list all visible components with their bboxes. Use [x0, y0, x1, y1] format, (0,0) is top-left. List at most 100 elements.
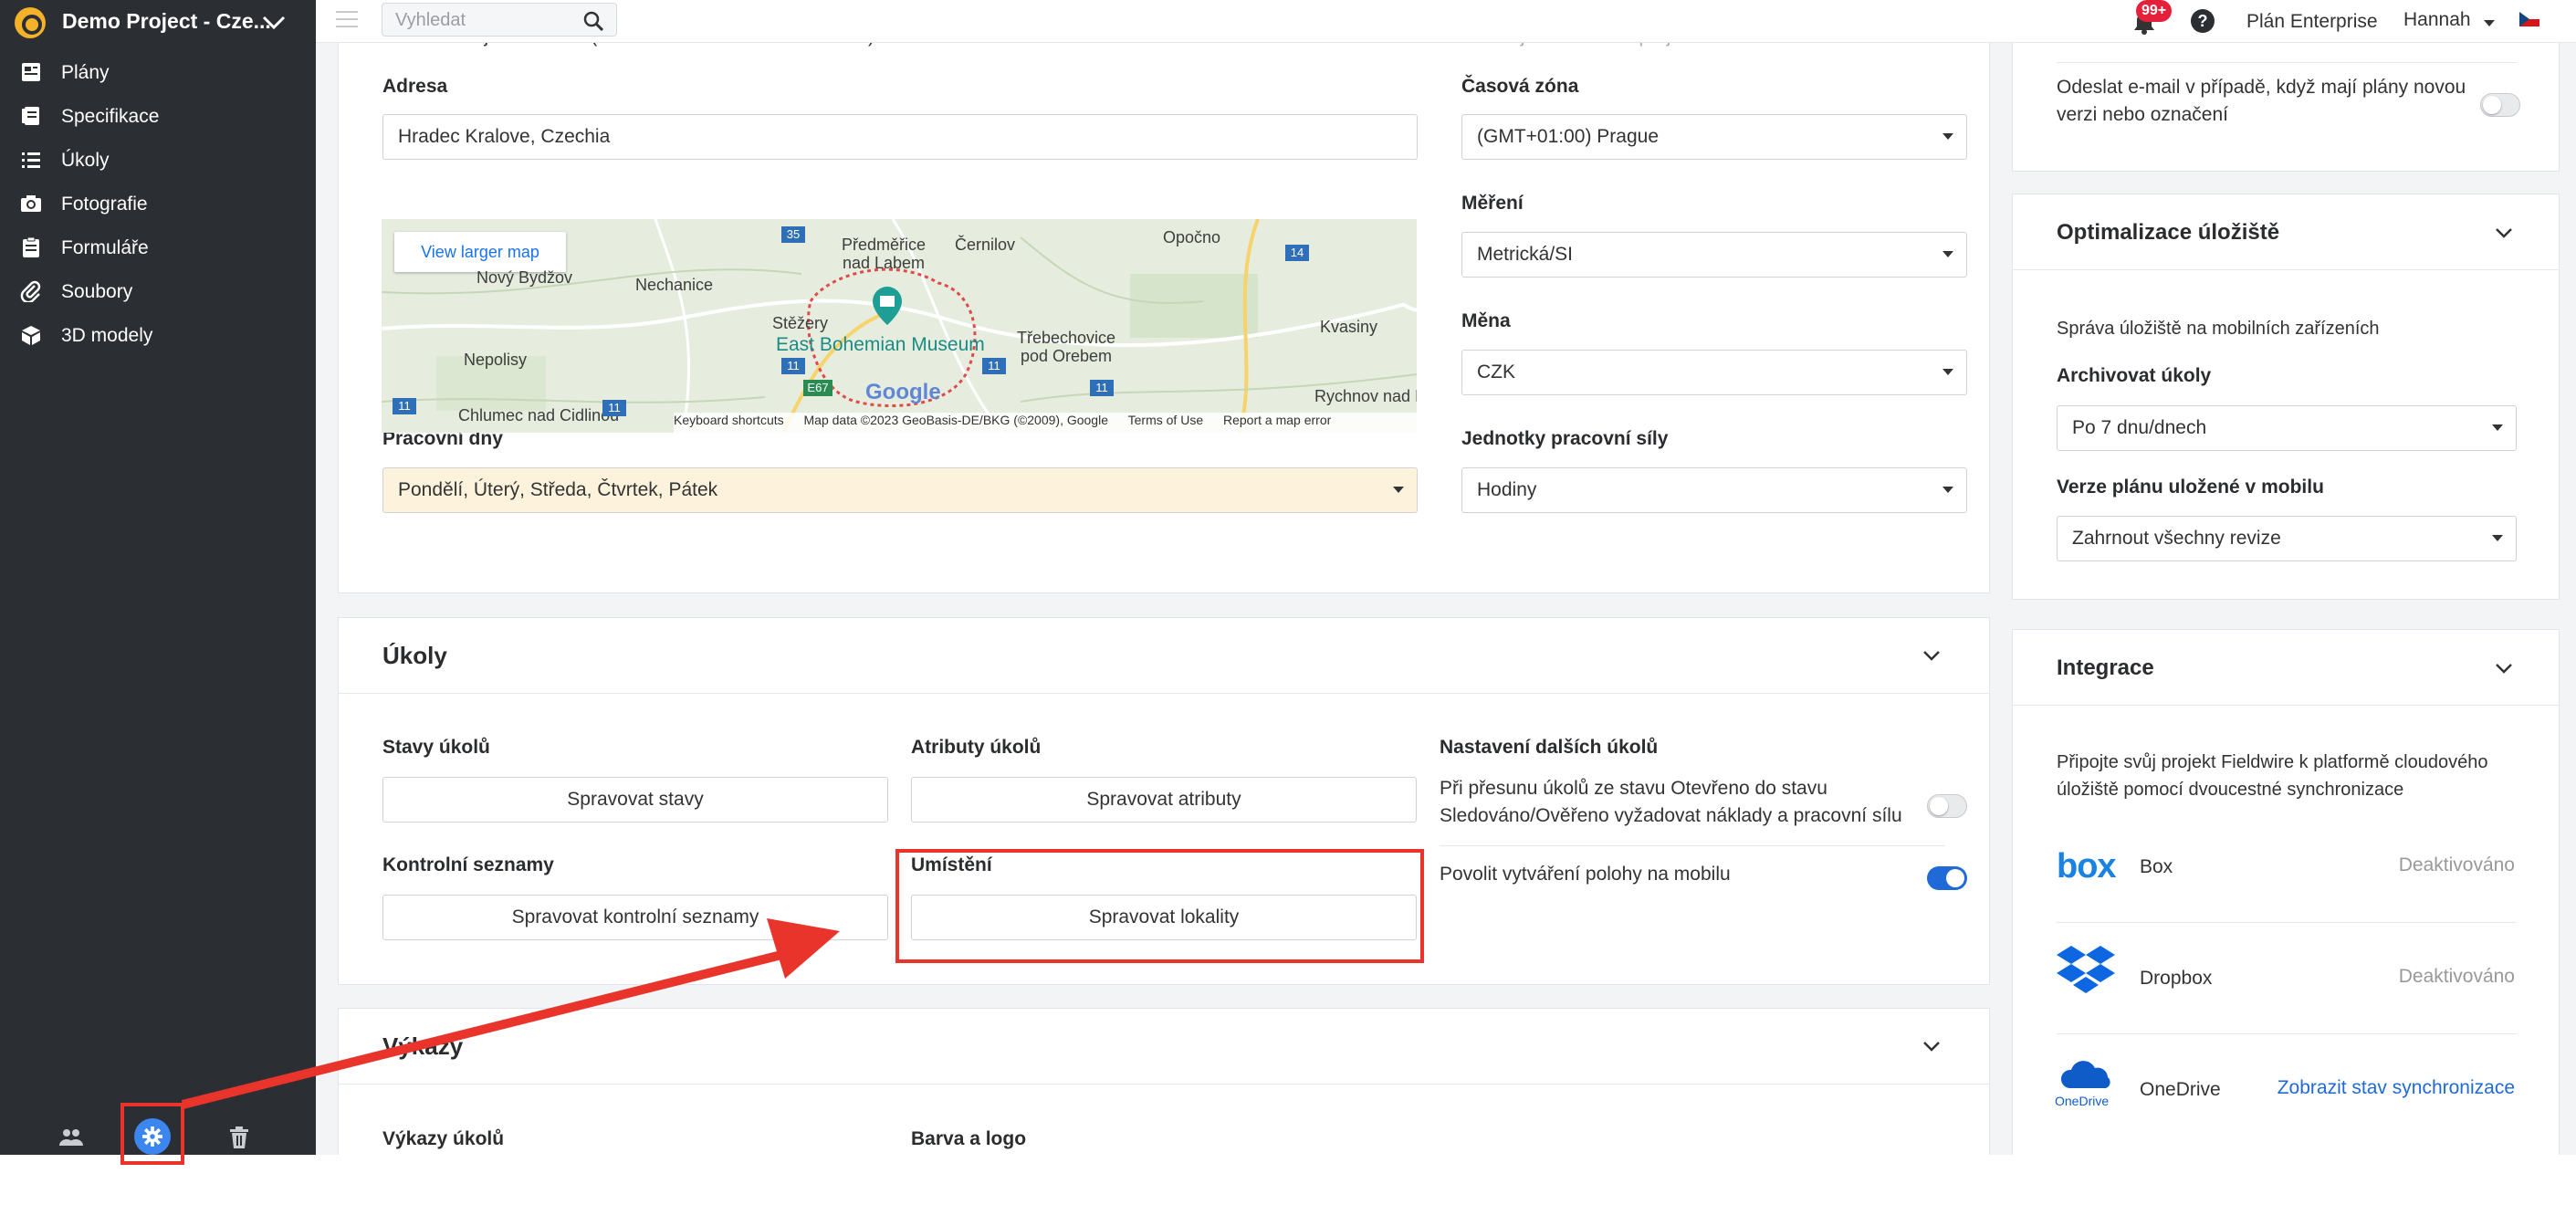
map-place-label: East Bohemian Museum — [776, 334, 985, 355]
integration-box[interactable]: box Box Deaktivováno — [2013, 812, 2559, 922]
plan-version-select[interactable]: Zahrnout všechny revize — [2057, 516, 2517, 561]
caret-down-icon — [1942, 487, 1953, 493]
caret-down-icon — [2484, 20, 2495, 26]
caret-down-icon — [1942, 251, 1953, 257]
sidebar-item-photos[interactable]: Fotografie — [0, 183, 316, 224]
caret-down-icon — [1393, 487, 1404, 493]
annotation-highlight-box — [895, 849, 1424, 963]
tasks-icon — [22, 152, 40, 168]
email-on-new-version-text: Odeslat e-mail v případě, když mají plán… — [2057, 77, 2466, 125]
tasks-section-title: Úkoly — [382, 642, 447, 669]
integrations-title: Integrace — [2057, 655, 2154, 680]
menu-icon[interactable] — [336, 11, 358, 29]
road-badge: 11 — [982, 358, 1006, 374]
notification-count-badge: 99+ — [2136, 0, 2173, 22]
chevron-down-icon[interactable] — [2494, 661, 2514, 676]
require-cost-setting-text: Při přesunu úkolů ze stavu Otevřeno do s… — [1440, 778, 1902, 826]
museum-pin-icon — [873, 287, 902, 325]
trash-icon[interactable] — [230, 1126, 248, 1148]
view-larger-map-link[interactable]: View larger map — [394, 232, 566, 272]
plans-icon — [22, 63, 40, 81]
people-icon[interactable] — [59, 1128, 83, 1147]
paperclip-icon — [20, 280, 41, 302]
timezone-select[interactable]: (GMT+01:00) Prague — [1461, 114, 1967, 160]
caret-down-icon — [1942, 133, 1953, 140]
sidebar-item-forms[interactable]: Formuláře — [0, 227, 316, 267]
measure-select[interactable]: Metrická/SI — [1461, 232, 1967, 278]
map-place-label: Chlumec nad Cidlinou — [458, 406, 620, 424]
manage-attributes-button[interactable]: Spravovat atributy — [911, 777, 1417, 823]
divider — [339, 693, 1989, 694]
sidebar-item-specs[interactable]: Specifikace — [0, 96, 316, 136]
camera-icon — [21, 195, 41, 212]
caret-down-icon — [2492, 535, 2503, 541]
onedrive-logo-text: OneDrive — [2055, 1094, 2110, 1108]
map-data-text: Map data ©2023 GeoBasis-DE/BKG (©2009), … — [803, 413, 1108, 427]
map-footer: Keyboard shortcuts Map data ©2023 GeoBas… — [674, 413, 1417, 433]
require-cost-toggle[interactable] — [1927, 794, 1967, 818]
manage-checklists-button[interactable]: Spravovat kontrolní seznamy — [382, 895, 888, 940]
chevron-down-icon[interactable] — [1922, 648, 1942, 663]
sidebar-item-tasks[interactable]: Úkoly — [0, 140, 316, 180]
google-logo: Google — [865, 380, 941, 404]
search-box[interactable] — [382, 3, 617, 37]
help-icon[interactable]: ? — [2191, 9, 2215, 33]
sidebar-item-plans[interactable]: Plány — [0, 52, 316, 92]
mobile-location-toggle[interactable] — [1927, 866, 1967, 890]
terms-link[interactable]: Terms of Use — [1128, 413, 1203, 427]
storage-card: Optimalizace úložiště Správa úložiště na… — [2012, 194, 2560, 600]
caret-down-icon — [2492, 424, 2503, 431]
road-badge: 35 — [781, 226, 805, 243]
manage-statuses-button[interactable]: Spravovat stavy — [382, 777, 888, 823]
settings-content: Demo Project - Czech (TEMPLATE - DO NOT … — [316, 0, 2576, 1155]
integration-onedrive[interactable]: OneDrive OneDrive Zobrazit stav synchron… — [2013, 1035, 2559, 1145]
search-icon[interactable] — [583, 11, 603, 31]
search-input[interactable] — [393, 7, 580, 34]
integrations-card: Integrace Připojte svůj projekt Fieldwir… — [2012, 629, 2560, 1155]
address-map[interactable]: View larger map Předměřice nad Labem Čer… — [382, 219, 1417, 433]
currency-select[interactable]: CZK — [1461, 350, 1967, 395]
email-on-new-version-toggle[interactable] — [2480, 93, 2520, 117]
currency-label: Měna — [1461, 310, 1511, 331]
road-badge: 11 — [1090, 380, 1114, 396]
storage-subtitle: Správa úložiště na mobilních zařízeních — [2057, 319, 2380, 339]
chevron-down-icon[interactable] — [261, 11, 287, 33]
czech-flag-icon[interactable] — [2519, 12, 2539, 26]
user-menu[interactable]: Hannah — [2403, 9, 2495, 33]
reports-card: Výkazy Výkazy úkolů Barva a logo — [338, 1008, 1990, 1155]
archive-tasks-select[interactable]: Po 7 dnu/dnech — [2057, 405, 2517, 451]
report-map-error-link[interactable]: Report a map error — [1223, 413, 1331, 427]
labor-units-select[interactable]: Hodiny — [1461, 467, 1967, 513]
box-logo: box — [2057, 847, 2117, 885]
sidebar-item-files[interactable]: Soubory — [0, 271, 316, 311]
divider — [2013, 705, 2559, 706]
notifications-button[interactable]: 99+ — [2131, 0, 2173, 35]
chevron-down-icon[interactable] — [1922, 1039, 1942, 1053]
integration-dropbox[interactable]: Dropbox Deaktivováno — [2013, 924, 2559, 1033]
fieldwire-logo-icon — [15, 7, 46, 38]
dropbox-icon — [2057, 946, 2115, 993]
divider — [2013, 269, 2559, 270]
project-switcher[interactable]: Demo Project - Cze... — [0, 0, 316, 44]
address-field[interactable]: Hradec Kralove, Czechia — [382, 114, 1418, 160]
labor-units-label: Jednotky pracovní síly — [1461, 428, 1669, 449]
map-place-label: Nový Bydžov — [476, 268, 573, 287]
plan-version-label: Verze plánu uložené v mobilu — [2057, 477, 2324, 498]
view-sync-status-link[interactable]: Zobrazit stav synchronizace — [2278, 1077, 2515, 1099]
sidebar: Demo Project - Cze... Plány Specifikace … — [0, 0, 316, 1155]
sidebar-item-3d-models[interactable]: 3D modely — [0, 315, 316, 355]
keyboard-shortcuts-link[interactable]: Keyboard shortcuts — [674, 413, 784, 427]
forms-icon — [23, 236, 39, 257]
annotation-settings-box — [120, 1103, 184, 1165]
chevron-down-icon[interactable] — [2494, 225, 2514, 240]
map-place-label: Kvasiny — [1320, 318, 1378, 336]
measure-label: Měření — [1461, 193, 1524, 214]
onedrive-cloud-icon — [2060, 1061, 2110, 1088]
project-title: Demo Project - Cze... — [62, 9, 271, 33]
sidebar-item-label: Formuláře — [61, 237, 149, 258]
plan-label[interactable]: Plán Enterprise — [2246, 11, 2378, 33]
sidebar-item-label: Plány — [61, 62, 110, 83]
sidebar-item-label: Fotografie — [61, 194, 148, 215]
workdays-select[interactable]: Pondělí, Úterý, Středa, Čtvrtek, Pátek — [382, 467, 1418, 513]
sidebar-item-label: Úkoly — [61, 150, 110, 171]
